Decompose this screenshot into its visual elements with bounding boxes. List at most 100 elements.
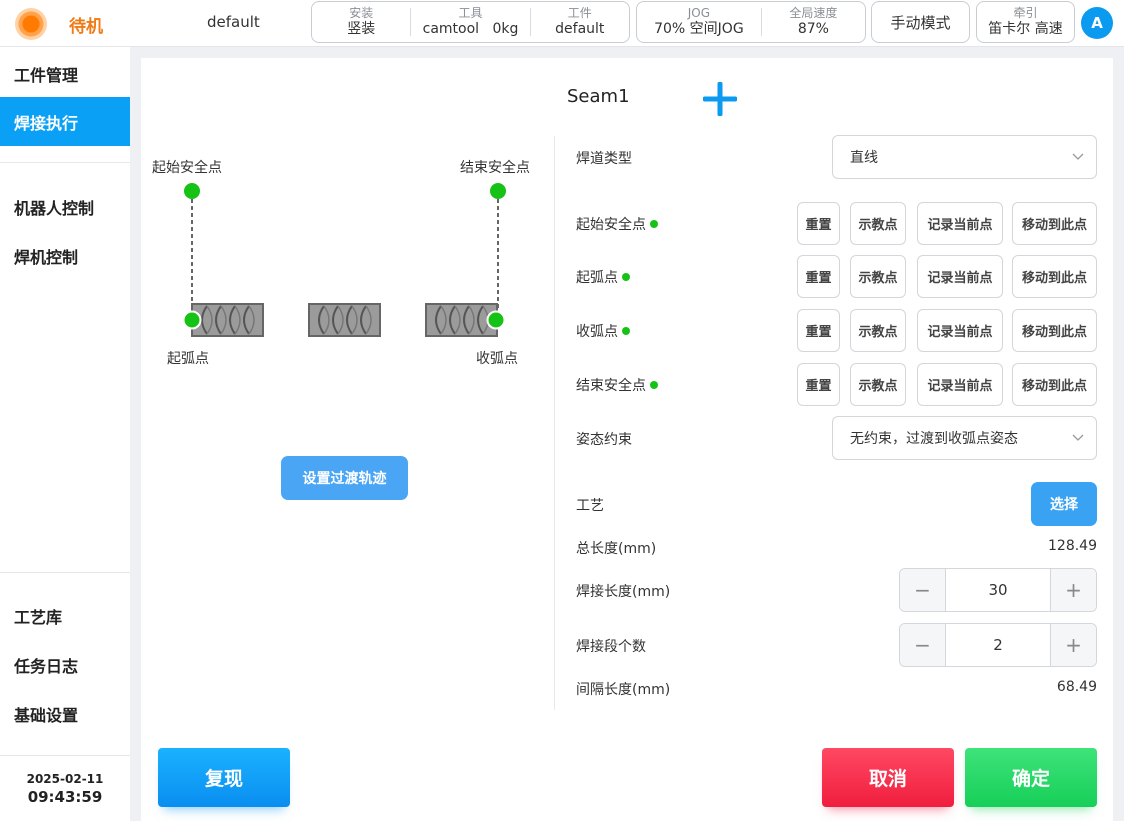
seam-title: Seam1: [567, 86, 630, 107]
start-safe-point-label: 起始安全点: [576, 214, 658, 234]
sidebar-item-basic-settings[interactable]: 基础设置: [0, 689, 130, 738]
arc-end-record-button[interactable]: 记录当前点: [917, 309, 1003, 352]
seam-diagram-graphic: [182, 183, 506, 337]
diagram-start-safe-label: 起始安全点: [152, 160, 222, 176]
project-name: default: [207, 13, 260, 31]
pose-constraint-select[interactable]: 无约束，过渡到收弧点姿态: [832, 416, 1097, 460]
chevron-down-icon: [1072, 153, 1084, 160]
panel-divider: [554, 136, 555, 710]
sidebar-item-welder-control[interactable]: 焊机控制: [0, 231, 130, 280]
workpiece-cell: 工件 default: [531, 6, 629, 37]
pose-constraint-value: 无约束，过渡到收弧点姿态: [850, 431, 1018, 447]
sidebar-item-task-log[interactable]: 任务日志: [0, 640, 130, 689]
global-speed-label: 全局速度: [789, 6, 838, 20]
start-safe-point-marker: [184, 183, 200, 199]
total-length-value: 128.49: [1048, 538, 1097, 554]
start-safe-teach-button[interactable]: 示教点: [850, 202, 906, 245]
weld-length-stepper[interactable]: − 30 +: [899, 568, 1097, 612]
clock-time: 09:43:59: [27, 788, 103, 806]
process-label: 工艺: [576, 498, 604, 514]
confirm-button[interactable]: 确定: [965, 748, 1097, 807]
manual-mode-button[interactable]: 手动模式: [871, 1, 970, 43]
arc-end-teach-button[interactable]: 示教点: [850, 309, 906, 352]
set-transition-path-button[interactable]: 设置过渡轨迹: [281, 456, 408, 500]
traction-cell: 牵引 笛卡尔 高速: [977, 6, 1074, 37]
jog-speed-panel[interactable]: JOG 70% 空间JOG 全局速度 87%: [636, 1, 866, 43]
arc-end-move-button[interactable]: 移动到此点: [1012, 309, 1097, 352]
global-speed-cell: 全局速度 87%: [762, 6, 865, 37]
end-safe-point-marker: [490, 183, 506, 199]
logo-icon: [15, 8, 47, 40]
workpiece-label: 工件: [567, 6, 592, 20]
sidebar-item-robot-control[interactable]: 机器人控制: [0, 182, 130, 231]
status-dot-icon: [650, 220, 658, 228]
install-value: 竖装: [347, 21, 376, 37]
tool-cell: 工具 camtool 0kg: [411, 6, 531, 37]
segment-count-stepper[interactable]: − 2 +: [899, 623, 1097, 667]
start-safe-reset-button[interactable]: 重置: [797, 202, 840, 245]
avatar[interactable]: A: [1081, 7, 1113, 39]
workpiece-value: default: [555, 21, 605, 37]
sidebar-item-welding-execution[interactable]: 焊接执行: [0, 97, 130, 146]
start-safe-record-button[interactable]: 记录当前点: [917, 202, 1003, 245]
sidebar-item-process-library[interactable]: 工艺库: [0, 591, 130, 640]
jog-cell: JOG 70% 空间JOG: [637, 6, 762, 37]
sidebar-divider: [0, 572, 130, 573]
weld-length-increment-button[interactable]: +: [1051, 569, 1096, 611]
arc-start-teach-button[interactable]: 示教点: [850, 255, 906, 298]
seam-editor-panel: Seam1 起始安全点 结束安全点 起弧点 收弧点 设置过渡轨迹 焊道类型 直线…: [141, 58, 1113, 821]
diagram-arc-end-label: 收弧点: [476, 351, 518, 367]
gap-length-value: 68.49: [1056, 679, 1097, 695]
segment-count-decrement-button[interactable]: −: [900, 624, 945, 666]
seam-type-value: 直线: [850, 150, 878, 166]
clock-date: 2025-02-11: [26, 772, 104, 786]
replay-button[interactable]: 复现: [158, 748, 290, 807]
status-dot-icon: [650, 381, 658, 389]
segment-count-label: 焊接段个数: [576, 639, 646, 655]
jog-label: JOG: [687, 6, 711, 20]
traction-panel[interactable]: 牵引 笛卡尔 高速: [976, 1, 1075, 43]
end-safe-point-label: 结束安全点: [576, 375, 658, 395]
select-process-button[interactable]: 选择: [1031, 482, 1097, 526]
end-safe-move-button[interactable]: 移动到此点: [1012, 363, 1097, 406]
end-safe-teach-button[interactable]: 示教点: [850, 363, 906, 406]
weld-segment-middle: [308, 303, 381, 337]
diagram-end-safe-label: 结束安全点: [460, 160, 530, 176]
weld-segment-left: [191, 303, 264, 337]
gap-length-label: 间隔长度(mm): [576, 682, 671, 698]
arc-start-reset-button[interactable]: 重置: [797, 255, 840, 298]
arc-start-record-button[interactable]: 记录当前点: [917, 255, 1003, 298]
weld-length-decrement-button[interactable]: −: [900, 569, 945, 611]
sidebar: 工件管理 焊接执行 机器人控制 焊机控制 工艺库 任务日志 基础设置 2025-…: [0, 47, 130, 821]
top-bar: 待机 default 安装 竖装 工具 camtool 0kg 工件 defau…: [0, 0, 1124, 47]
install-label: 安装: [349, 6, 374, 20]
sidebar-item-workpiece-management[interactable]: 工件管理: [0, 49, 130, 98]
global-speed-value: 87%: [797, 21, 829, 37]
traction-value: 笛卡尔 高速: [988, 21, 1063, 37]
diagram-arc-start-label: 起弧点: [167, 351, 209, 367]
install-cell: 安装 竖装: [312, 6, 412, 37]
weld-length-label: 焊接长度(mm): [576, 584, 671, 600]
status-dot-icon: [622, 273, 630, 281]
start-safe-move-button[interactable]: 移动到此点: [1012, 202, 1097, 245]
end-safe-record-button[interactable]: 记录当前点: [917, 363, 1003, 406]
end-safe-reset-button[interactable]: 重置: [797, 363, 840, 406]
segment-count-input[interactable]: 2: [945, 624, 1051, 666]
clock: 2025-02-11 09:43:59: [0, 772, 130, 806]
arc-end-reset-button[interactable]: 重置: [797, 309, 840, 352]
add-seam-icon[interactable]: [701, 80, 739, 118]
robot-status: 待机: [69, 17, 103, 37]
arc-end-point-marker: [486, 310, 506, 330]
tool-label: 工具: [458, 6, 483, 20]
cancel-button[interactable]: 取消: [822, 748, 954, 807]
segment-count-increment-button[interactable]: +: [1051, 624, 1096, 666]
install-tool-workpiece-panel[interactable]: 安装 竖装 工具 camtool 0kg 工件 default: [311, 1, 630, 43]
pose-constraint-label: 姿态约束: [576, 432, 632, 448]
arc-start-point-marker: [182, 310, 202, 330]
tool-value: camtool 0kg: [422, 21, 519, 37]
seam-type-label: 焊道类型: [576, 151, 632, 167]
arc-start-move-button[interactable]: 移动到此点: [1012, 255, 1097, 298]
seam-type-select[interactable]: 直线: [832, 135, 1097, 179]
sidebar-divider: [0, 162, 130, 163]
weld-length-input[interactable]: 30: [945, 569, 1051, 611]
